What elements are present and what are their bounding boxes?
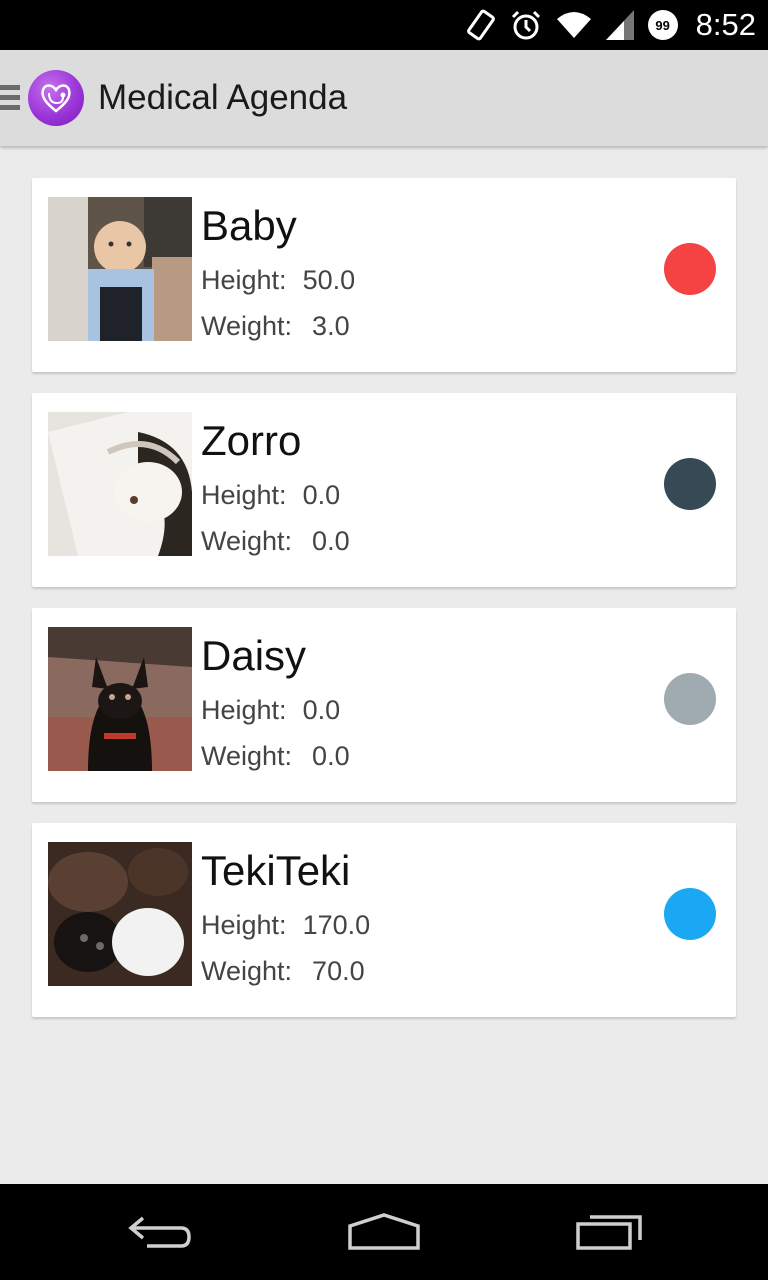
weight-label: Weight:	[201, 741, 293, 771]
clock: 8:52	[695, 7, 756, 42]
color-indicator	[664, 458, 716, 510]
pet-card[interactable]: Daisy Height: 0.0 Weight: 0.0	[32, 608, 736, 802]
height-label: Height:	[201, 480, 287, 510]
recent-apps-icon[interactable]	[550, 1184, 670, 1280]
pet-photo	[48, 197, 192, 341]
weight-value: 0.0	[312, 741, 350, 771]
signal-icon	[605, 10, 634, 40]
pet-photo	[48, 627, 192, 771]
weight-label: Weight:	[201, 956, 293, 986]
navigation-bar	[0, 1184, 768, 1280]
pet-name: TekiTeki	[201, 847, 351, 894]
height-label: Height:	[201, 265, 287, 295]
height-row: Height: 50.0	[201, 265, 355, 296]
pet-name: Daisy	[201, 632, 307, 679]
height-row: Height: 0.0	[201, 695, 340, 726]
height-row: Height: 170.0	[201, 910, 370, 941]
color-indicator	[664, 888, 716, 940]
weight-row: Weight: 70.0	[201, 956, 365, 987]
height-label: Height:	[201, 695, 287, 725]
status-bar: 99 8:52	[0, 0, 768, 50]
app-bar: Medical Agenda	[0, 50, 768, 146]
pet-photo	[48, 412, 192, 556]
battery-level: 99	[655, 17, 670, 33]
drawer-menu-icon[interactable]	[0, 85, 20, 111]
battery-icon: 99	[647, 10, 678, 40]
home-icon[interactable]	[324, 1184, 444, 1280]
back-icon[interactable]	[100, 1184, 220, 1280]
height-label: Height:	[201, 910, 287, 940]
height-value: 170.0	[302, 910, 371, 940]
weight-value: 3.0	[312, 311, 350, 341]
pet-card[interactable]: TekiTeki Height: 170.0 Weight: 70.0	[32, 823, 736, 1017]
pet-photo	[48, 842, 192, 986]
weight-value: 0.0	[312, 526, 350, 556]
weight-row: Weight: 3.0	[201, 311, 350, 342]
app-title: Medical Agenda	[98, 78, 348, 117]
height-row: Height: 0.0	[201, 480, 340, 511]
pet-name: Zorro	[201, 417, 302, 464]
wifi-icon	[556, 12, 591, 38]
color-indicator	[664, 243, 716, 295]
alarm-icon	[511, 10, 540, 40]
color-indicator	[664, 673, 716, 725]
pet-card[interactable]: Zorro Height: 0.0 Weight: 0.0	[32, 393, 736, 587]
rotate-icon	[466, 9, 495, 41]
pet-card[interactable]: Baby Height: 50.0 Weight: 3.0	[32, 178, 736, 372]
weight-label: Weight:	[201, 526, 293, 556]
weight-row: Weight: 0.0	[201, 741, 350, 772]
heart-stethoscope-icon[interactable]	[28, 70, 84, 126]
weight-row: Weight: 0.0	[201, 526, 350, 557]
weight-label: Weight:	[201, 311, 293, 341]
pet-name: Baby	[201, 202, 297, 249]
height-value: 0.0	[302, 695, 341, 725]
weight-value: 70.0	[312, 956, 365, 986]
height-value: 50.0	[302, 265, 356, 295]
height-value: 0.0	[302, 480, 341, 510]
